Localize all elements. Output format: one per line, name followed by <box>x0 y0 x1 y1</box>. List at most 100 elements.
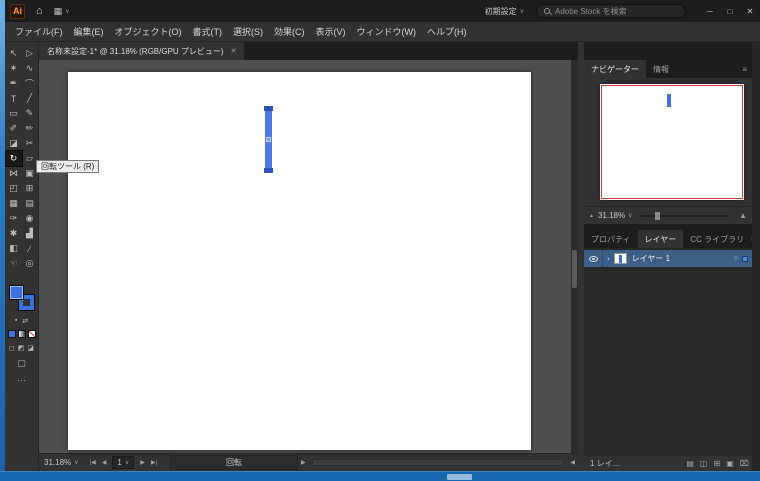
selection-handle-bottom[interactable] <box>264 168 273 173</box>
tab-layers[interactable]: レイヤー <box>637 230 684 248</box>
shaper-tool[interactable]: ✐ <box>6 121 22 136</box>
layer-thumbnail[interactable] <box>613 253 627 264</box>
delete-layer-icon[interactable]: ⌧ <box>740 459 749 468</box>
swap-colors-icon[interactable]: ⇄ <box>22 317 28 325</box>
screen-mode-icon[interactable]: ▢ <box>17 358 26 369</box>
last-artboard-button[interactable]: ▶| <box>151 459 157 466</box>
windows-taskbar[interactable] <box>0 471 760 481</box>
make-clipping-mask-icon[interactable]: ◫ <box>700 459 708 468</box>
first-artboard-button[interactable]: |◀ <box>90 459 96 466</box>
menu-file[interactable]: ファイル(F) <box>15 25 63 38</box>
artboard[interactable] <box>68 72 531 450</box>
menu-help[interactable]: ヘルプ(H) <box>427 25 467 38</box>
selection-center-point[interactable] <box>266 137 271 142</box>
taskbar-app-button[interactable] <box>447 474 472 480</box>
scroll-right-arrow-icon[interactable]: ▶ <box>301 459 306 466</box>
menu-object[interactable]: オブジェクト(O) <box>115 25 182 38</box>
gradient-tool[interactable]: ▤ <box>22 196 38 211</box>
menu-view[interactable]: 表示(V) <box>316 25 346 38</box>
column-graph-tool[interactable]: ▟ <box>22 226 38 241</box>
zoom-tool[interactable]: ◎ <box>22 256 38 271</box>
tab-info[interactable]: 情報 <box>646 60 676 78</box>
new-layer-icon[interactable]: ▣ <box>726 459 734 468</box>
mesh-tool[interactable]: ▦ <box>6 196 22 211</box>
menu-window[interactable]: ウィンドウ(W) <box>357 25 417 38</box>
eraser-tool[interactable]: ◪ <box>6 136 22 151</box>
maximize-button[interactable]: □ <box>720 0 740 22</box>
pencil-tool[interactable]: ✏ <box>22 121 38 136</box>
zoom-in-icon[interactable]: ▲ <box>739 211 747 220</box>
layer-target-icon[interactable]: ○ <box>734 255 738 262</box>
workspace-switcher[interactable]: 初期設定 ∨ <box>485 6 524 17</box>
color-button[interactable] <box>7 330 16 338</box>
tab-navigator[interactable]: ナビゲーター <box>584 60 646 78</box>
symbol-sprayer-tool[interactable]: ✱ <box>6 226 22 241</box>
minimize-button[interactable]: ─ <box>700 0 720 22</box>
new-sublayer-icon[interactable]: ⊞ <box>714 459 721 468</box>
menu-select[interactable]: 選択(S) <box>233 25 263 38</box>
arrange-documents-button[interactable]: ▦ ∨ <box>54 6 70 17</box>
navigator-proxy-view[interactable] <box>601 85 743 199</box>
close-tab-icon[interactable]: ✕ <box>231 47 237 55</box>
tab-properties[interactable]: プロパティ <box>584 230 638 248</box>
lasso-tool[interactable]: ∿ <box>22 61 38 76</box>
edit-toolbar-icon[interactable]: … <box>17 373 26 383</box>
stock-search-field[interactable]: Adobe Stock を検索 <box>536 4 686 18</box>
rotate-tool[interactable]: ↻ <box>4 150 23 167</box>
home-icon[interactable]: ⌂ <box>36 5 43 17</box>
hand-tool[interactable]: ☜ <box>6 256 22 271</box>
artboard-tool[interactable]: ◧ <box>6 241 22 256</box>
menu-type[interactable]: 書式(T) <box>193 25 223 38</box>
curvature-tool[interactable]: ⌒ <box>22 76 38 91</box>
horizontal-scrollbar[interactable] <box>311 459 565 466</box>
gradient-button[interactable] <box>17 330 26 338</box>
zoom-slider-thumb[interactable] <box>654 211 660 220</box>
selection-handle-top[interactable] <box>264 106 273 111</box>
selected-rectangle[interactable] <box>264 106 273 173</box>
artboard-number-field[interactable]: 1 ∨ <box>112 456 135 469</box>
close-button[interactable]: ✕ <box>740 0 760 22</box>
layer-selection-chip[interactable] <box>742 255 748 262</box>
magic-wand-tool[interactable]: ✶ <box>6 61 22 76</box>
draw-inside-icon[interactable]: ◪ <box>27 344 34 352</box>
direct-selection-tool[interactable]: ▷ <box>22 46 38 61</box>
expand-chevron-icon[interactable]: › <box>607 254 610 263</box>
layer-row[interactable]: › レイヤー 1 ○ <box>584 250 752 267</box>
perspective-grid-tool[interactable]: ⊞ <box>22 181 38 196</box>
zoom-out-icon[interactable]: ▲ <box>589 213 594 219</box>
collect-for-export-icon[interactable]: ▤ <box>686 459 694 468</box>
next-artboard-button[interactable]: ▶ <box>140 459 145 466</box>
navigator-thumbnail[interactable] <box>600 84 744 200</box>
horizontal-scrollbar-thumb[interactable] <box>312 460 563 465</box>
vertical-scrollbar-thumb[interactable] <box>572 250 577 288</box>
draw-behind-icon[interactable]: ◩ <box>18 344 25 352</box>
none-button[interactable] <box>27 330 36 338</box>
scroll-left-arrow-icon[interactable]: ◀ <box>570 459 575 466</box>
paintbrush-tool[interactable]: ✎ <box>22 106 38 121</box>
previous-artboard-button[interactable]: ◀ <box>102 459 107 466</box>
zoom-level-dropdown[interactable]: 31.18% ∨ <box>44 458 79 467</box>
illustrator-logo-icon[interactable]: Ai <box>10 3 25 19</box>
scissors-tool[interactable]: ✂ <box>22 136 38 151</box>
eyedropper-tool[interactable]: ✑ <box>6 211 22 226</box>
vertical-scrollbar[interactable] <box>571 60 578 453</box>
line-tool[interactable]: ╱ <box>22 91 38 106</box>
panel-menu-icon[interactable]: ≡ <box>742 65 747 74</box>
zoom-slider[interactable] <box>638 211 730 220</box>
menu-effect[interactable]: 効果(C) <box>274 25 305 38</box>
rectangle-tool[interactable]: ▭ <box>6 106 22 121</box>
navigator-zoom-value[interactable]: 31.18% <box>598 211 625 220</box>
layer-name[interactable]: レイヤー 1 <box>632 253 734 264</box>
fill-color-swatch[interactable] <box>8 285 24 300</box>
draw-normal-icon[interactable]: ◻ <box>9 344 15 352</box>
document-tab[interactable]: 名称未設定-1* @ 31.18% (RGB/GPU プレビュー) ✕ <box>39 42 245 60</box>
slice-tool[interactable]: ∕ <box>22 241 38 256</box>
blend-tool[interactable]: ◉ <box>22 211 38 226</box>
menu-edit[interactable]: 編集(E) <box>74 25 104 38</box>
canvas[interactable] <box>39 60 578 453</box>
tab-cc-libraries[interactable]: CC ライブラリ <box>683 230 751 248</box>
selection-tool[interactable]: ↖ <box>6 46 22 61</box>
width-tool[interactable]: ⋈ <box>6 166 22 181</box>
pen-tool[interactable]: ✒ <box>6 76 22 91</box>
default-colors-icon[interactable]: ▪ <box>15 317 17 325</box>
